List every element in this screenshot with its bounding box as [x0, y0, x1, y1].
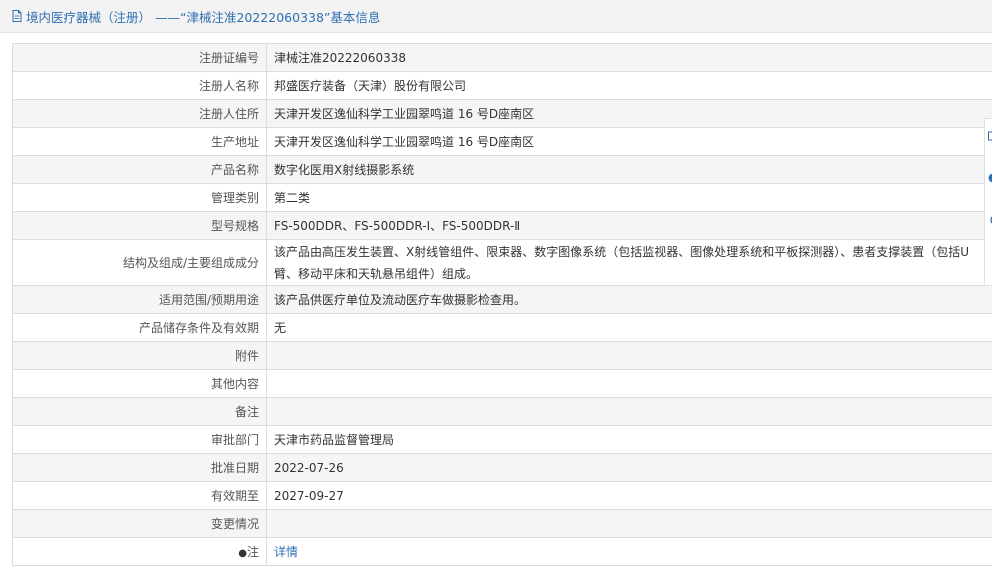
table-row: 其他内容	[12, 369, 992, 398]
field-value	[266, 369, 992, 398]
table-row: 注册证编号 津械注准20222060338	[12, 43, 992, 72]
table-row: 管理类别 第二类	[12, 183, 992, 212]
field-value	[266, 509, 992, 538]
field-value: 数字化医用X射线摄影系统	[266, 155, 992, 184]
page-header: 境内医疗器械（注册） ——“津械注准20222060338”基本信息	[0, 0, 992, 33]
field-value: 天津开发区逸仙科学工业园翠鸣道 16 号D座南区	[266, 127, 992, 156]
table-row: 产品储存条件及有效期 无	[12, 313, 992, 342]
note-value-cell: 详情	[266, 537, 992, 566]
field-value: FS-500DDR、FS-500DDR-Ⅰ、FS-500DDR-Ⅱ	[266, 211, 992, 240]
table-row: 附件	[12, 341, 992, 370]
field-label: 结构及组成/主要组成成分	[12, 239, 267, 286]
table-row: 生产地址 天津开发区逸仙科学工业园翠鸣道 16 号D座南区	[12, 127, 992, 156]
field-label: 备注	[12, 397, 267, 426]
field-label: 其他内容	[12, 369, 267, 398]
table-row: 备注	[12, 397, 992, 426]
table-row: 有效期至 2027-09-27	[12, 481, 992, 510]
note-label: 注	[246, 545, 259, 559]
lightbulb-icon: ●	[238, 548, 247, 559]
field-label: 产品储存条件及有效期	[12, 313, 267, 342]
field-value: 天津开发区逸仙科学工业园翠鸣道 16 号D座南区	[266, 99, 992, 128]
field-label: 管理类别	[12, 183, 267, 212]
table-row: 结构及组成/主要组成成分 该产品由高压发生装置、X射线管组件、限束器、数字图像系…	[12, 239, 992, 286]
field-label: 型号规格	[12, 211, 267, 240]
note-label-cell: ●注	[12, 537, 267, 566]
phone-icon[interactable]	[988, 215, 992, 225]
field-value: 该产品由高压发生装置、X射线管组件、限束器、数字图像系统（包括监视器、图像处理系…	[266, 239, 992, 286]
field-value: 该产品供医疗单位及流动医疗车做摄影检查用。	[266, 285, 992, 314]
table-row-note: ●注 详情	[12, 537, 992, 566]
table-row: 审批部门 天津市药品监督管理局	[12, 425, 992, 454]
field-label: 注册证编号	[12, 43, 267, 72]
field-value	[266, 397, 992, 426]
table-row: 适用范围/预期用途 该产品供医疗单位及流动医疗车做摄影检查用。	[12, 285, 992, 314]
table-row: 产品名称 数字化医用X射线摄影系统	[12, 155, 992, 184]
table-row: 型号规格 FS-500DDR、FS-500DDR-Ⅰ、FS-500DDR-Ⅱ	[12, 211, 992, 240]
field-value: 天津市药品监督管理局	[266, 425, 992, 454]
page-title: 境内医疗器械（注册） ——“津械注准20222060338”基本信息	[26, 9, 381, 25]
field-value: 邦盛医疗装备（天津）股份有限公司	[266, 71, 992, 100]
field-label: 生产地址	[12, 127, 267, 156]
field-value: 第二类	[266, 183, 992, 212]
field-label: 变更情况	[12, 509, 267, 538]
table-row: 变更情况	[12, 509, 992, 538]
field-label: 适用范围/预期用途	[12, 285, 267, 314]
field-label: 审批部门	[12, 425, 267, 454]
floating-toolbar	[984, 118, 992, 286]
field-value: 无	[266, 313, 992, 342]
table-row: 注册人名称 邦盛医疗装备（天津）股份有限公司	[12, 71, 992, 100]
field-label: 注册人住所	[12, 99, 267, 128]
field-label: 注册人名称	[12, 71, 267, 100]
document-icon	[12, 10, 22, 22]
device-info-table: 注册证编号 津械注准20222060338 注册人名称 邦盛医疗装备（天津）股份…	[12, 43, 992, 566]
share-icon[interactable]	[988, 131, 992, 141]
field-value: 2027-09-27	[266, 481, 992, 510]
field-value: 2022-07-26	[266, 453, 992, 482]
chat-icon[interactable]	[988, 173, 992, 183]
table-row: 批准日期 2022-07-26	[12, 453, 992, 482]
field-value: 津械注准20222060338	[266, 43, 992, 72]
field-label: 有效期至	[12, 481, 267, 510]
field-label: 产品名称	[12, 155, 267, 184]
table-row: 注册人住所 天津开发区逸仙科学工业园翠鸣道 16 号D座南区	[12, 99, 992, 128]
details-link[interactable]: 详情	[274, 545, 298, 559]
field-label: 批准日期	[12, 453, 267, 482]
field-value	[266, 341, 992, 370]
field-label: 附件	[12, 341, 267, 370]
